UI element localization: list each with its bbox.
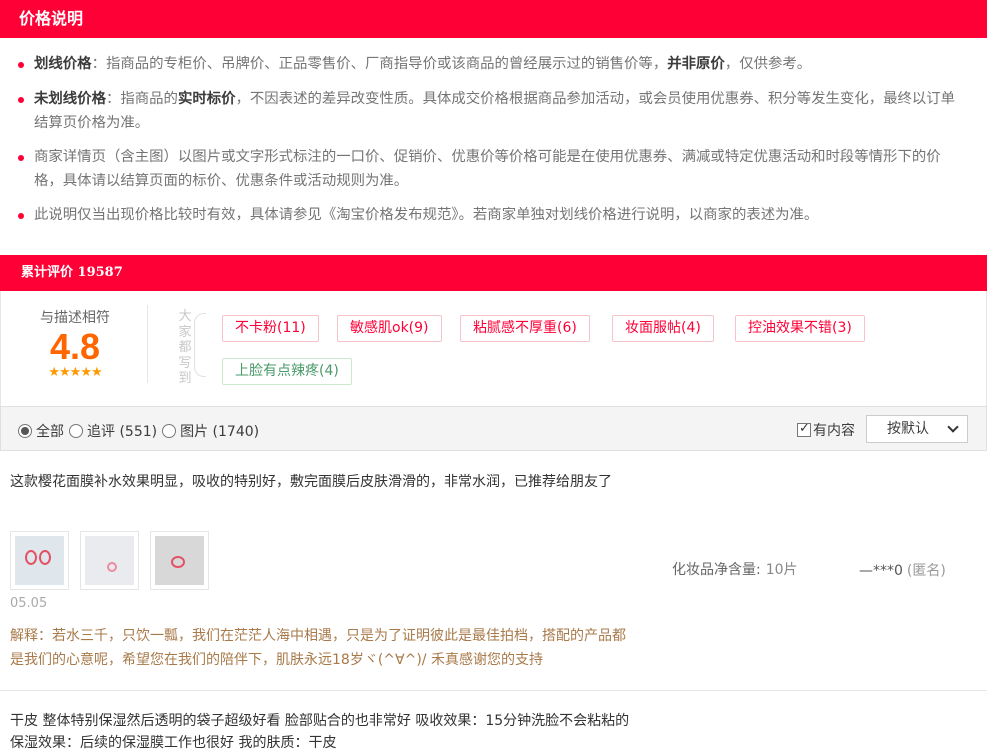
review-item: 干皮 整体特别保湿然后透明的袋子超级好看 脸部贴合的也非常好 吸收效果：15分钟…	[0, 692, 987, 754]
checkbox-label: 有内容	[813, 423, 855, 439]
reviewer-name: —***0 (匿名)	[859, 560, 946, 580]
anonymous-label: (匿名)	[906, 563, 946, 579]
price-info-item: 未划线价格：指商品的实时标价，不因表述的差异改变性质。具体成交价格根据商品参加活…	[18, 87, 968, 135]
price-desc: ：指商品的专柜价、吊牌价、正品零售价、厂商指导价或该商品的曾经展示过的销售价等，	[91, 56, 668, 72]
price-desc: ：指商品的	[105, 91, 178, 107]
brace-decoration	[194, 313, 206, 377]
review-photo-thumb[interactable]	[80, 531, 139, 590]
score-value: 4.8	[49, 326, 101, 367]
review-photos	[10, 531, 220, 590]
price-desc: 商家详情页（含主图）以图片或文字形式标注的一口价、促销价、优惠价等价格可能是在使…	[34, 149, 941, 189]
checkbox-checked-icon[interactable]	[797, 421, 811, 437]
price-desc: ，仅供参考。	[724, 56, 812, 72]
price-desc: 此说明仅当出现价格比较时有效，具体请参见《淘宝价格发布规范》。若商家单独对划线价…	[34, 207, 819, 223]
score-label: 与描述相符	[40, 310, 110, 326]
tag-impression[interactable]: 敏感肌ok(9)	[337, 315, 442, 342]
radio-label: 图片 (1740)	[180, 424, 260, 440]
score-box: 与描述相符 4.8 ★★★★★	[21, 307, 129, 379]
price-info-item: 商家详情页（含主图）以图片或文字形式标注的一口价、促销价、优惠价等价格可能是在使…	[18, 145, 968, 193]
sort-dropdown[interactable]: 按默认	[866, 415, 968, 443]
review-photo-thumb[interactable]	[10, 531, 69, 590]
review-filter-bar: 全部 追评 (551) 图片 (1740) 有内容 按默认	[0, 406, 987, 451]
review-text: 干皮 整体特别保湿然后透明的袋子超级好看 脸部贴合的也非常好 吸收效果：15分钟…	[10, 713, 630, 751]
radio-checked-icon[interactable]	[18, 424, 32, 438]
rating-section-header: 累计评价 19587	[0, 255, 987, 291]
rating-summary-panel: 与描述相符 4.8 ★★★★★ 大家都写到 不卡粉(11) 敏感肌ok(9) 粘…	[0, 291, 987, 406]
radio-icon[interactable]	[162, 424, 177, 438]
tags-heading: 大家都写到	[178, 309, 192, 386]
tag-impression[interactable]: 粘腻感不厚重(6)	[460, 315, 590, 342]
price-info-list: 划线价格：指商品的专柜价、吊牌价、正品零售价、厂商指导价或该商品的曾经展示过的销…	[18, 52, 968, 227]
chevron-down-icon	[947, 421, 959, 433]
review-date: 05.05	[10, 596, 48, 611]
price-emphasis: 并非原价	[667, 56, 725, 72]
photo-image	[155, 536, 204, 585]
review-text: 这款樱花面膜补水效果明显，吸收的特别好，敷完面膜后皮肤滑滑的，非常水润，已推荐给…	[10, 474, 612, 490]
price-term: 划线价格	[34, 56, 92, 72]
sku-label: 化妆品净含量:	[672, 562, 761, 578]
seller-reply: 解释：若水三千，只饮一瓢，我们在茫茫人海中相遇，只是为了证明彼此是最佳拍档，搭配…	[10, 628, 626, 668]
radio-pictures[interactable]: 图片 (1740)	[162, 421, 259, 441]
price-info-item: 此说明仅当出现价格比较时有效，具体请参见《淘宝价格发布规范》。若商家单独对划线价…	[18, 203, 968, 227]
radio-label: 全部	[36, 424, 64, 440]
reviewer-nick: —***0	[859, 563, 903, 579]
tag-impression[interactable]: 不卡粉(11)	[222, 315, 319, 342]
review-type-radios: 全部 追评 (551) 图片 (1740)	[18, 421, 264, 441]
sku-value: 10片	[765, 562, 798, 578]
review-photo-thumb[interactable]	[150, 531, 209, 590]
divider	[147, 305, 148, 383]
review-item: 这款樱花面膜补水效果明显，吸收的特别好，敷完面膜后皮肤滑滑的，非常水润，已推荐给…	[0, 451, 987, 691]
photo-image	[85, 536, 134, 585]
radio-all[interactable]: 全部	[18, 421, 64, 441]
price-section-header: 价格说明	[0, 0, 987, 38]
has-content-checkbox[interactable]: 有内容	[797, 420, 855, 440]
tag-impression[interactable]: 妆面服帖(4)	[612, 315, 714, 342]
radio-label: 追评 (551)	[87, 424, 158, 440]
photo-image	[15, 536, 64, 585]
star-rating-icon: ★★★★★	[48, 365, 102, 380]
tag-impression[interactable]: 控油效果不错(3)	[735, 315, 865, 342]
radio-icon[interactable]	[69, 424, 83, 438]
tag-impression[interactable]: 上脸有点辣疼(4)	[222, 358, 352, 385]
price-info-item: 划线价格：指商品的专柜价、吊牌价、正品零售价、厂商指导价或该商品的曾经展示过的销…	[18, 52, 968, 76]
price-emphasis: 实时标价	[177, 91, 236, 107]
radio-followup[interactable]: 追评 (551)	[69, 421, 157, 441]
sort-selected-value: 按默认	[887, 421, 929, 437]
price-term: 未划线价格	[34, 91, 106, 107]
review-sku: 化妆品净含量: 10片	[672, 559, 798, 579]
